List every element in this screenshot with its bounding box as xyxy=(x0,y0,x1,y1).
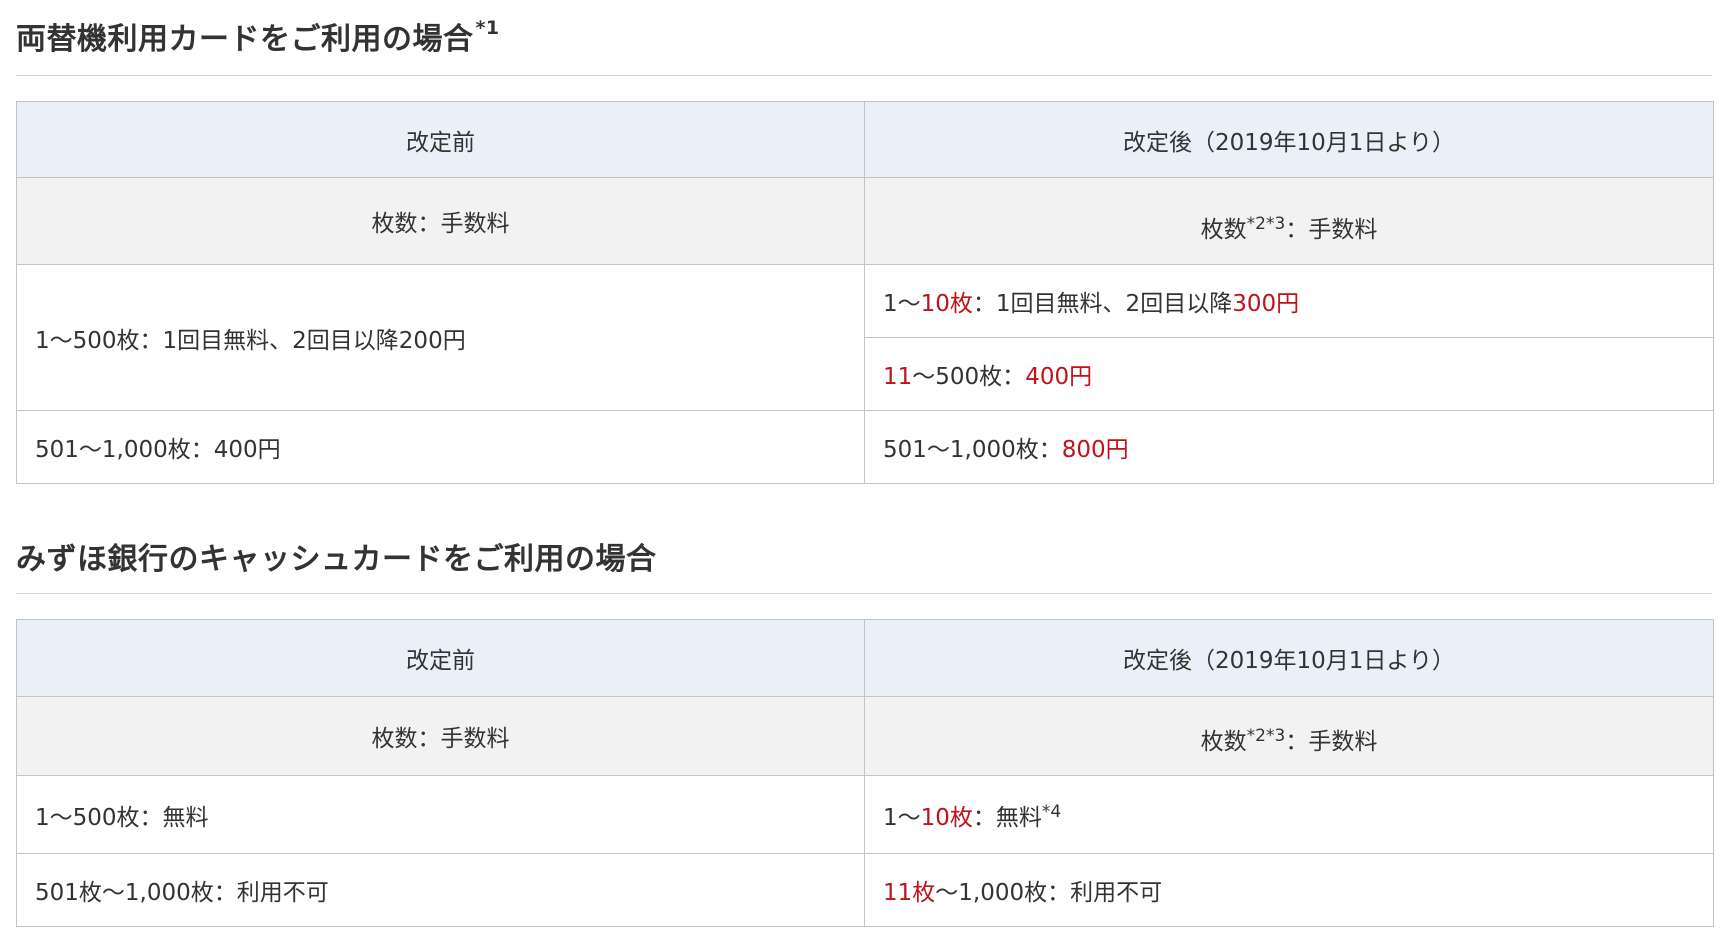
fee-text: ～1,000枚：利用不可 xyxy=(935,880,1163,906)
fee-changed-value: 800円 xyxy=(1061,437,1129,463)
table-row: 501枚～1,000枚：利用不可 11枚～1,000枚：利用不可 xyxy=(16,853,1714,927)
subheader-after-footnote: *2*3 xyxy=(1246,726,1286,746)
section1-title-footnote: *1 xyxy=(475,17,500,39)
subheader-after: 枚数*2*3：手数料 xyxy=(864,177,1714,265)
section1-title: 両替機利用カードをご利用の場合 *1 xyxy=(16,14,500,58)
fee-before-501-1000: 501～1,000枚：400円 xyxy=(16,410,865,484)
fee-text: 1～ xyxy=(883,804,921,831)
fee-after-11-500: 11～500枚：400円 xyxy=(864,337,1714,411)
table-row: 1～500枚：無料 1～10枚：無料*4 xyxy=(16,775,1714,854)
subheader-after-rest: ：手数料 xyxy=(1285,729,1378,755)
subheader-before: 枚数：手数料 xyxy=(16,696,865,776)
section2-divider xyxy=(16,593,1712,594)
fee-after-1-10: 1～10枚：無料*4 xyxy=(864,775,1714,854)
table-subheader-row: 枚数：手数料 枚数*2*3：手数料 xyxy=(16,177,1714,265)
section2-title: みずほ銀行のキャッシュカードをご利用の場合 xyxy=(16,542,657,577)
fee-text: ～500枚： xyxy=(912,364,1026,390)
table-subheader-row: 枚数：手数料 枚数*2*3：手数料 xyxy=(16,696,1714,776)
fee-text: 501～1,000枚： xyxy=(883,437,1062,463)
fee-before-1-500: 1～500枚：1回目無料、2回目以降200円 xyxy=(16,264,865,411)
fee-before-1-500: 1～500枚：無料 xyxy=(16,775,865,854)
fee-changed-value: 10枚 xyxy=(920,291,973,317)
fee-changed-value: 11枚 xyxy=(883,880,936,906)
section1-divider xyxy=(16,75,1712,76)
section2-fee-table: 改定前 改定後（2019年10月1日より） 枚数：手数料 枚数*2*3：手数料 … xyxy=(16,619,1714,927)
fee-text: ：1回目無料、2回目以降 xyxy=(972,291,1233,317)
subheader-after-footnote: *2*3 xyxy=(1246,214,1286,234)
fee-changed-value: 300円 xyxy=(1232,291,1300,317)
subheader-after-rest: ：手数料 xyxy=(1285,217,1378,243)
header-before: 改定前 xyxy=(16,619,865,697)
subheader-after: 枚数*2*3：手数料 xyxy=(864,696,1714,776)
table-row: 501～1,000枚：400円 501～1,000枚：800円 xyxy=(16,410,1714,484)
fee-footnote: *4 xyxy=(1041,801,1062,822)
header-after: 改定後（2019年10月1日より） xyxy=(864,619,1714,697)
table-header-row: 改定前 改定後（2019年10月1日より） xyxy=(16,101,1714,178)
table-header-row: 改定前 改定後（2019年10月1日より） xyxy=(16,619,1714,697)
subheader-before: 枚数：手数料 xyxy=(16,177,865,265)
page: 両替機利用カードをご利用の場合 *1 改定前 改定後（2019年10月1日より） … xyxy=(0,0,1728,942)
fee-changed-value: 11 xyxy=(883,364,913,390)
subheader-after-label: 枚数 xyxy=(1200,217,1247,243)
fee-before-501-1000: 501枚～1,000枚：利用不可 xyxy=(16,853,865,927)
fee-text: 1～ xyxy=(883,291,921,317)
header-before: 改定前 xyxy=(16,101,865,178)
fee-changed-value: 400円 xyxy=(1025,364,1093,390)
section1-fee-table: 改定前 改定後（2019年10月1日より） 枚数：手数料 枚数*2*3：手数料 … xyxy=(16,101,1714,484)
table-row: 1～500枚：1回目無料、2回目以降200円 1～10枚：1回目無料、2回目以降… xyxy=(16,264,1714,411)
section1-title-text: 両替機利用カードをご利用の場合 xyxy=(16,22,474,57)
fee-after-11-1000: 11枚～1,000枚：利用不可 xyxy=(864,853,1714,927)
header-after: 改定後（2019年10月1日より） xyxy=(864,101,1714,178)
fee-after-501-1000: 501～1,000枚：800円 xyxy=(864,410,1714,484)
fee-changed-value: 10枚 xyxy=(920,804,973,831)
fee-text: ：無料 xyxy=(972,804,1042,831)
subheader-after-label: 枚数 xyxy=(1200,729,1247,755)
fee-after-1-10: 1～10枚：1回目無料、2回目以降300円 xyxy=(864,264,1714,338)
